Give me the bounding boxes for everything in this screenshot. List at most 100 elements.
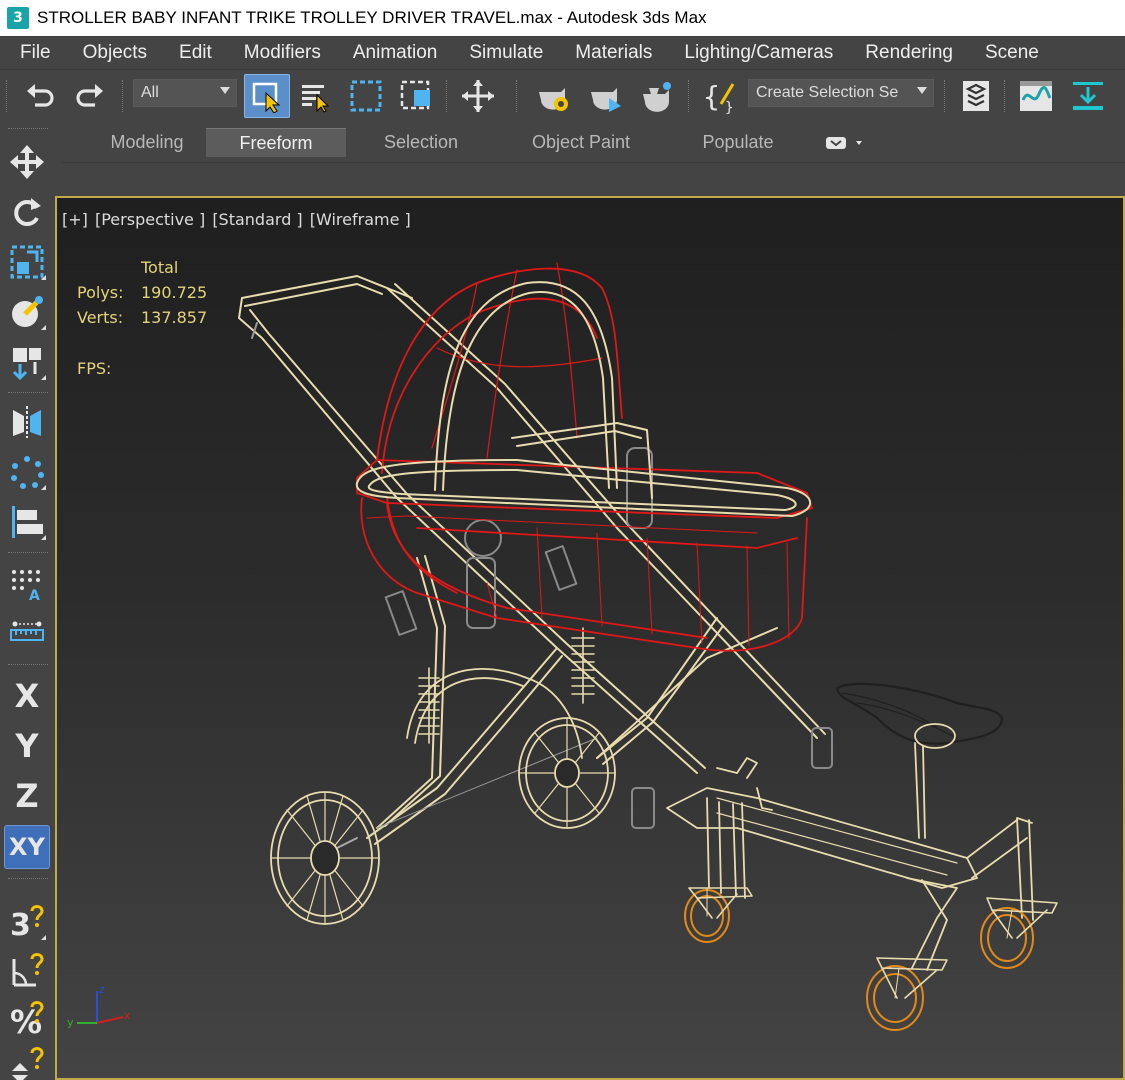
toolbar-separator (516, 80, 518, 112)
menu-modifiers[interactable]: Modifiers (228, 42, 337, 64)
caster-wheels (684, 889, 1034, 1031)
rear-leg-frame (336, 555, 778, 849)
axis-constraint-xy[interactable]: XY (4, 825, 50, 869)
spacing-tool-icon[interactable]: A (4, 562, 50, 606)
menu-materials[interactable]: Materials (559, 42, 668, 64)
window-title: STROLLER BABY INFANT TRIKE TROLLEY DRIVE… (37, 8, 707, 27)
mirror-icon[interactable] (4, 400, 50, 444)
flyout-corner (41, 485, 46, 490)
flyout-corner (41, 935, 46, 940)
tab-modeling[interactable]: Modeling (92, 128, 202, 157)
palette-separator (8, 392, 48, 394)
tab-populate[interactable]: Populate (680, 128, 796, 157)
svg-text:}: } (725, 100, 733, 114)
menu-bar: File Objects Edit Modifiers Animation Si… (0, 36, 1125, 70)
menu-rendering[interactable]: Rendering (849, 42, 969, 64)
axis-constraint-z[interactable]: Z (4, 774, 50, 818)
toolbar-grip[interactable] (6, 80, 8, 112)
ribbon-panel (62, 162, 1125, 196)
axis-tripod-gizmo: z x y (67, 983, 131, 1029)
render-icon[interactable] (636, 76, 676, 116)
percent-snap-icon[interactable]: % (4, 996, 50, 1040)
driver-board-frame (666, 757, 1034, 971)
gizmo-y-label: y (67, 1016, 74, 1029)
flyout-corner (41, 325, 46, 330)
move-icon[interactable] (4, 140, 50, 184)
menu-objects[interactable]: Objects (67, 42, 163, 64)
perspective-viewport[interactable]: [+] [Perspective ] [Standard ] [Wirefram… (55, 196, 1125, 1080)
snaps-toggle-label: 3 (10, 908, 31, 941)
palette-separator (8, 878, 48, 880)
axis-constraint-x[interactable]: X (4, 674, 50, 718)
measure-distance-icon[interactable] (4, 612, 50, 656)
menu-scene[interactable]: Scene (969, 42, 1055, 64)
gizmo-z-label: z (99, 983, 105, 996)
window-crossing-icon[interactable] (396, 76, 436, 116)
axis-constraint-y[interactable]: Y (4, 724, 50, 768)
command-palette: A X Y Z XY 3 % (0, 122, 55, 1080)
flyout-corner (41, 375, 46, 380)
array-icon[interactable] (4, 450, 50, 494)
rear-wheel (270, 791, 380, 925)
palette-separator (8, 552, 48, 554)
align-icon[interactable] (4, 500, 50, 544)
selection-filter-value: All (141, 84, 159, 101)
chevron-down-icon (220, 87, 230, 94)
trike-seat (835, 682, 1004, 745)
tab-freeform[interactable]: Freeform (206, 128, 346, 157)
layer-explorer-icon[interactable] (956, 76, 996, 116)
main-toolbar: All {} Create Selection Se (0, 70, 1125, 122)
flyout-corner (41, 535, 46, 540)
select-and-move-icon[interactable] (458, 76, 498, 116)
menu-edit[interactable]: Edit (163, 42, 228, 64)
toolbar-separator (1004, 80, 1006, 112)
menu-animation[interactable]: Animation (337, 42, 454, 64)
stroller-wireframe-model[interactable] (57, 198, 1123, 1078)
toggle-ribbon-icon[interactable] (1068, 76, 1108, 116)
ribbon-tabs: Modeling Freeform Selection Object Paint… (62, 122, 1125, 162)
undo-icon[interactable] (20, 76, 60, 116)
gizmo-x-label: x (124, 1009, 131, 1022)
chevron-down-icon (917, 87, 927, 94)
redo-icon[interactable] (70, 76, 110, 116)
flyout-corner (41, 275, 46, 280)
select-by-name-icon[interactable] (296, 76, 336, 116)
rectangular-selection-icon[interactable] (346, 76, 386, 116)
render-setup-icon[interactable] (534, 76, 574, 116)
handle-frame (238, 275, 826, 774)
trike-seat-post (914, 723, 956, 839)
menu-file[interactable]: File (0, 42, 67, 64)
front-wheel (518, 717, 616, 829)
palette-grip[interactable] (8, 128, 48, 130)
named-selection-sets-dropdown[interactable]: Create Selection Se (748, 79, 934, 107)
scale-icon[interactable] (4, 240, 50, 284)
ribbon-options-icon[interactable] (826, 136, 866, 150)
angle-snap-icon[interactable] (4, 948, 50, 992)
snaps-toggle-icon[interactable]: 3 (4, 900, 50, 944)
toolbar-separator (688, 80, 690, 112)
toolbar-separator (446, 80, 448, 112)
tab-object-paint[interactable]: Object Paint (508, 128, 654, 157)
menu-simulate[interactable]: Simulate (453, 42, 559, 64)
pivot-snap-icon[interactable] (4, 340, 50, 384)
bassinet-frame (355, 281, 812, 517)
caster-forks (688, 887, 1058, 999)
curve-editor-icon[interactable] (1016, 76, 1056, 116)
svg-text:A: A (29, 588, 40, 602)
named-selection-sets-value: Create Selection Se (756, 84, 899, 101)
svg-text:{: { (703, 80, 720, 113)
spinner-snap-icon[interactable] (4, 1042, 50, 1080)
tab-selection[interactable]: Selection (358, 128, 484, 157)
select-object-icon[interactable] (244, 74, 290, 118)
rendered-frame-window-icon[interactable] (586, 76, 626, 116)
rotate-icon[interactable] (4, 190, 50, 234)
title-bar: 3 STROLLER BABY INFANT TRIKE TROLLEY DRI… (0, 0, 1125, 36)
place-icon[interactable] (4, 290, 50, 334)
script-icon[interactable]: {} (700, 76, 740, 116)
menu-lighting-cameras[interactable]: Lighting/Cameras (668, 42, 849, 64)
3ds-max-window: 3 STROLLER BABY INFANT TRIKE TROLLEY DRI… (0, 0, 1125, 1080)
selection-filter-dropdown[interactable]: All (133, 79, 237, 107)
toolbar-separator (122, 80, 124, 112)
3ds-max-app-icon[interactable]: 3 (7, 7, 29, 29)
toolbar-separator (944, 80, 946, 112)
